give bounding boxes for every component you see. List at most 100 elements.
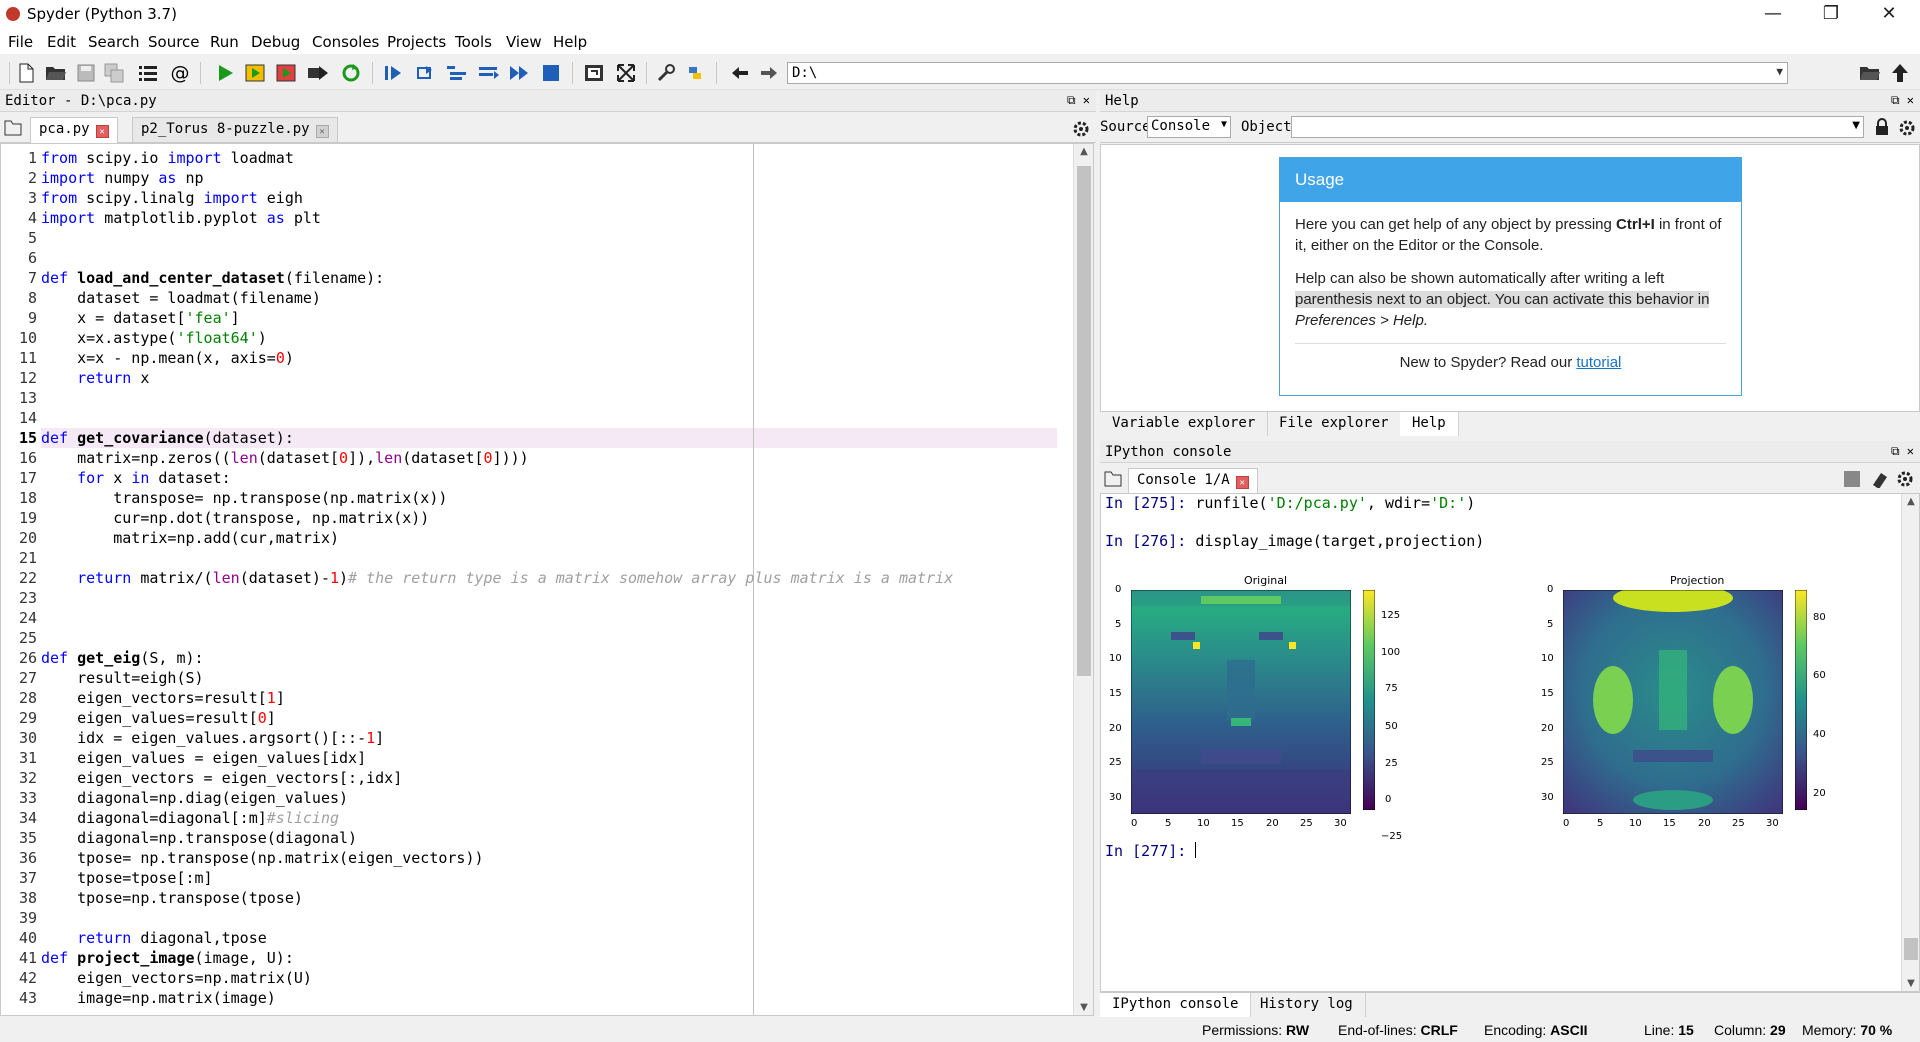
parent-dir-icon[interactable] bbox=[1888, 61, 1912, 85]
menu-search[interactable]: Search bbox=[88, 30, 140, 51]
line-number: 5 bbox=[27, 229, 37, 247]
code-line: def get_covariance(dataset): bbox=[41, 429, 294, 447]
line-number: 9 bbox=[27, 309, 37, 327]
debug-icon[interactable] bbox=[381, 61, 405, 85]
close-tab-icon[interactable]: ✕ bbox=[95, 125, 109, 138]
gear-icon[interactable] bbox=[1072, 120, 1090, 142]
step-icon[interactable] bbox=[414, 61, 438, 85]
new-file-icon[interactable] bbox=[14, 61, 38, 85]
fullscreen-icon[interactable] bbox=[614, 61, 638, 85]
menu-view[interactable]: View bbox=[506, 30, 542, 51]
gear-icon[interactable] bbox=[1896, 470, 1914, 492]
y-tick: 25 bbox=[1109, 757, 1122, 768]
menu-edit[interactable]: Edit bbox=[47, 30, 76, 51]
tab-variable-explorer[interactable]: Variable explorer bbox=[1100, 412, 1269, 436]
tab-help[interactable]: Help bbox=[1400, 412, 1459, 436]
source-select[interactable]: Console ▼ bbox=[1147, 116, 1231, 138]
scrollbar-thumb[interactable] bbox=[1904, 938, 1918, 960]
run-cell-advance-icon[interactable] bbox=[275, 61, 299, 85]
code-line: image=np.matrix(image) bbox=[41, 989, 276, 1007]
browse-folder-icon[interactable] bbox=[1858, 61, 1882, 85]
scroll-down-icon[interactable]: ▼ bbox=[1074, 1002, 1093, 1013]
console-pane-header: IPython console ⧉ ✕ bbox=[1100, 441, 1920, 463]
ipython-console[interactable]: In [275]: runfile('D:/pca.py', wdir='D:'… bbox=[1100, 493, 1920, 992]
editor-scrollbar[interactable]: ▲ ▼ bbox=[1073, 144, 1093, 1015]
outline-icon[interactable] bbox=[136, 61, 160, 85]
browse-tabs-icon[interactable] bbox=[4, 120, 22, 140]
close-button[interactable]: ✕ bbox=[1860, 0, 1918, 30]
run-selection-icon[interactable] bbox=[306, 61, 330, 85]
scroll-down-icon[interactable]: ▼ bbox=[1902, 978, 1919, 989]
at-icon[interactable]: @ bbox=[168, 61, 192, 85]
menu-source[interactable]: Source bbox=[148, 30, 200, 51]
open-folder-icon[interactable] bbox=[44, 61, 68, 85]
step-return-icon[interactable] bbox=[477, 61, 501, 85]
undock-icon[interactable]: ⧉ bbox=[1891, 93, 1900, 107]
close-tab-icon[interactable]: ✕ bbox=[315, 125, 329, 138]
menu-tools[interactable]: Tools bbox=[455, 30, 492, 51]
back-arrow-icon[interactable] bbox=[728, 61, 752, 85]
maximize-button[interactable]: ❐ bbox=[1802, 0, 1860, 30]
x-tick: 0 bbox=[1131, 818, 1138, 829]
close-pane-icon[interactable]: ✕ bbox=[1083, 93, 1090, 107]
maximize-pane-icon[interactable] bbox=[582, 61, 606, 85]
line-number: 37 bbox=[18, 869, 37, 887]
menu-help[interactable]: Help bbox=[553, 30, 587, 51]
x-tick: 0 bbox=[1563, 818, 1570, 829]
eraser-icon[interactable] bbox=[1870, 470, 1888, 492]
code-line: tpose= np.transpose(np.matrix(eigen_vect… bbox=[41, 849, 484, 867]
forward-arrow-icon[interactable] bbox=[757, 61, 781, 85]
close-tab-icon[interactable]: ✕ bbox=[1235, 476, 1249, 489]
tab-console-1a[interactable]: Console 1/A ✕ bbox=[1128, 468, 1258, 495]
run-icon[interactable] bbox=[213, 61, 237, 85]
browse-tabs-icon[interactable] bbox=[1104, 471, 1122, 491]
working-directory-input[interactable]: D:\ ▼ bbox=[787, 62, 1788, 84]
usage-footer: New to Spyder? Read our tutorial bbox=[1295, 343, 1726, 373]
line-number: 30 bbox=[18, 729, 37, 747]
tab-ipython-console[interactable]: IPython console bbox=[1100, 993, 1252, 1017]
console-input-277[interactable]: In [277]: bbox=[1105, 842, 1197, 860]
menu-debug[interactable]: Debug bbox=[251, 30, 300, 51]
close-pane-icon[interactable]: ✕ bbox=[1907, 93, 1914, 107]
save-icon[interactable] bbox=[74, 61, 98, 85]
tab-pca-py[interactable]: pca.py ✕ bbox=[30, 117, 118, 144]
step-into-icon[interactable] bbox=[445, 61, 469, 85]
line-number: 40 bbox=[18, 929, 37, 947]
menu-run[interactable]: Run bbox=[210, 30, 239, 51]
code-line: def project_image(image, U): bbox=[41, 949, 294, 967]
gear-icon[interactable] bbox=[1898, 119, 1916, 141]
scroll-up-icon[interactable]: ▲ bbox=[1074, 146, 1093, 157]
rerun-icon[interactable] bbox=[339, 61, 363, 85]
tab-file-explorer[interactable]: File explorer bbox=[1267, 412, 1402, 436]
scroll-up-icon[interactable]: ▲ bbox=[1902, 496, 1919, 507]
chevron-down-icon[interactable]: ▼ bbox=[1776, 65, 1783, 78]
menu-consoles[interactable]: Consoles bbox=[312, 30, 379, 51]
code-content[interactable]: from scipy.io import loadmat import nump… bbox=[41, 148, 1069, 1008]
tab-history-log[interactable]: History log bbox=[1248, 993, 1366, 1017]
lock-icon[interactable] bbox=[1874, 118, 1890, 140]
x-tick: 25 bbox=[1732, 818, 1745, 829]
stop-icon[interactable] bbox=[539, 61, 563, 85]
tutorial-link[interactable]: tutorial bbox=[1576, 354, 1621, 371]
line-number: 35 bbox=[18, 829, 37, 847]
run-cell-icon[interactable] bbox=[244, 61, 268, 85]
save-all-icon[interactable] bbox=[102, 61, 126, 85]
object-input[interactable]: ▼ bbox=[1291, 116, 1864, 138]
continue-icon[interactable] bbox=[508, 61, 532, 85]
close-pane-icon[interactable]: ✕ bbox=[1907, 444, 1914, 458]
code-editor[interactable]: 1 2 3 4 5 6 7 8 9 10 11 12 13 14 15 16 1… bbox=[0, 143, 1094, 1016]
scrollbar-thumb[interactable] bbox=[1077, 166, 1091, 676]
line-number: 26 bbox=[18, 649, 37, 667]
line-number: 34 bbox=[18, 809, 37, 827]
minimize-button[interactable]: — bbox=[1744, 0, 1802, 30]
menu-projects[interactable]: Projects bbox=[387, 30, 446, 51]
stop-kernel-icon[interactable] bbox=[1844, 471, 1860, 487]
console-scrollbar[interactable]: ▲ ▼ bbox=[1901, 494, 1919, 991]
menu-file[interactable]: File bbox=[8, 30, 33, 51]
undock-icon[interactable]: ⧉ bbox=[1067, 93, 1076, 107]
wrench-icon[interactable] bbox=[654, 61, 678, 85]
undock-icon[interactable]: ⧉ bbox=[1891, 444, 1900, 458]
python-path-icon[interactable] bbox=[683, 61, 707, 85]
tab-p2-torus[interactable]: p2_Torus 8-puzzle.py ✕ bbox=[132, 117, 338, 142]
